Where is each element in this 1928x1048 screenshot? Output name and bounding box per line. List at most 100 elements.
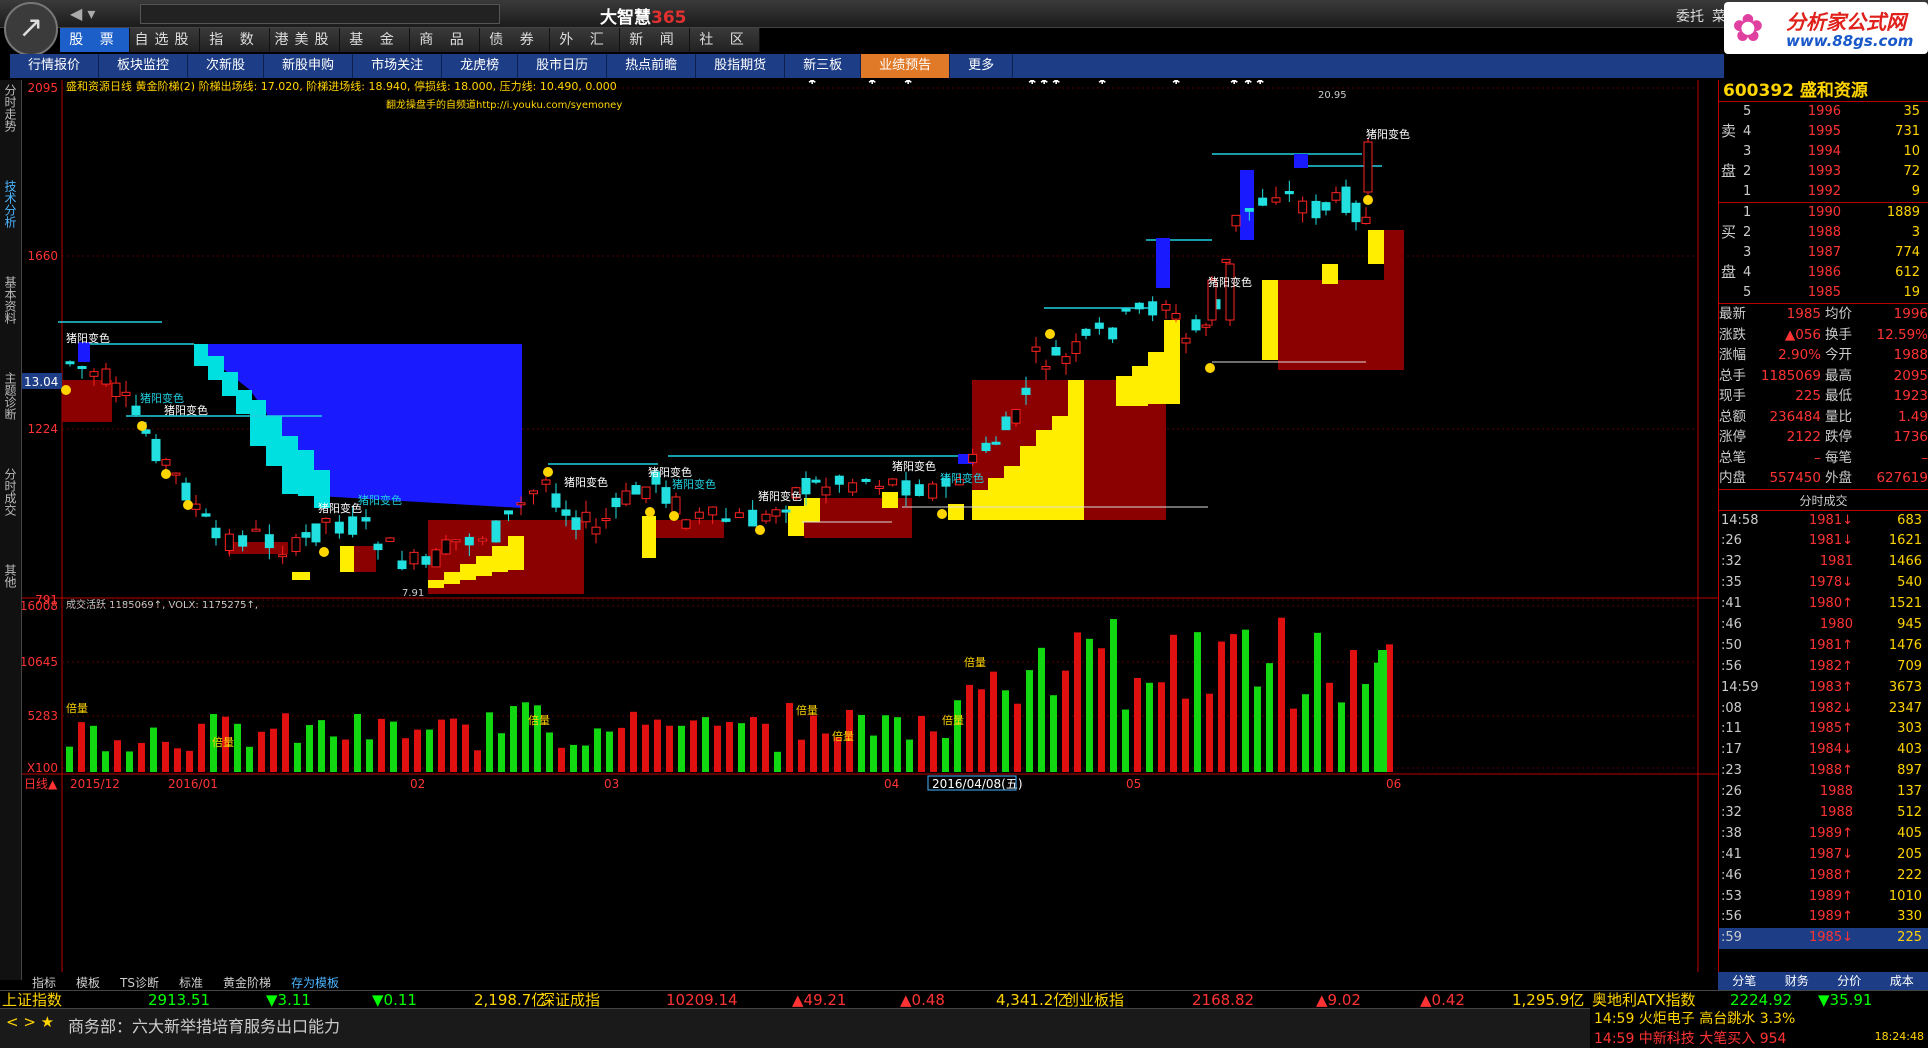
tick-row[interactable]: 14:59 1983↑ 3673 [1719,678,1928,699]
candle-body [1071,341,1081,354]
yellow-stair [492,546,508,572]
bottom-tab-4[interactable]: 黄金阶梯 [213,974,281,990]
tick-time: :59 [1721,930,1742,946]
tick-row[interactable]: :56 1982↑ 709 [1719,657,1928,678]
top-tab-2[interactable]: 指 数 [200,28,270,52]
sub-tab-0[interactable]: 行情报价 [10,54,100,78]
top-tab-6[interactable]: 债 券 [480,28,550,52]
bottom-tab-0[interactable]: 指标 [22,974,66,990]
buybook-row[interactable]: 3 1987 774 [1719,243,1928,263]
tick-row[interactable]: :41 1980↑ 1521 [1719,594,1928,615]
right-tab-2[interactable]: 分价 [1823,972,1876,990]
volume-bar [138,742,145,772]
top-tab-7[interactable]: 外 汇 [550,28,620,52]
volume-label: 倍量 [832,729,854,743]
top-tab-5[interactable]: 商 品 [410,28,480,52]
date-axis-label: 06 [1386,777,1401,791]
sellbook-row[interactable]: 3 1994 10 [1719,142,1928,162]
right-tab-3[interactable]: 成本 [1876,972,1928,990]
tick-row[interactable]: :26 1981↓ 1621 [1719,531,1928,552]
volume-bar [798,739,805,772]
tick-row[interactable]: :11 1985↑ 303 [1719,719,1928,740]
news-headline[interactable]: 商务部：六大新举措培育服务出口能力 [68,1013,340,1037]
back-forward-icon[interactable]: ◀ ▾ [70,4,95,23]
tick-row[interactable]: :50 1981↑ 1476 [1719,636,1928,657]
sidebar-item-2[interactable]: 基本资料 [0,272,21,328]
sellbook-row[interactable]: 2 1993 72 [1719,162,1928,182]
tick-row[interactable]: :46 1988↑ 222 [1719,866,1928,887]
sub-tab-6[interactable]: 股市日历 [518,54,608,78]
tick-row[interactable]: :32 1988 512 [1719,803,1928,824]
sub-tab-10[interactable]: 业绩预告 [861,54,951,78]
sellbook-row[interactable]: 1 1992 9 [1719,182,1928,202]
tick-row[interactable]: :59 1985↓ 225 [1719,928,1928,950]
sidebar-item-4[interactable]: 分时成交 [0,464,21,520]
stat-key: 总笔 [1719,449,1746,466]
candle-body [397,560,407,570]
top-tab-1[interactable]: 自选股 [130,28,200,52]
price-axis-label: 1224 [27,422,58,436]
tick-price: 1989↑ [1809,909,1853,925]
right-tab-1[interactable]: 财务 [1771,972,1824,990]
candle-body [1341,186,1351,213]
buybook-row[interactable]: 5 1985 19 [1719,283,1928,303]
tick-row[interactable]: :17 1984↓ 403 [1719,740,1928,761]
app-logo-icon[interactable]: ↗ [4,2,58,56]
tick-row[interactable]: :56 1989↑ 330 [1719,907,1928,928]
candle-body [1121,308,1131,312]
address-bar[interactable] [140,4,500,24]
right-tab-0[interactable]: 分笔 [1718,972,1771,990]
tick-row[interactable]: :23 1988↑ 897 [1719,761,1928,782]
sz-index-name[interactable]: 深证成指 [540,989,600,1010]
ticker-line1[interactable]: 14:59 火炬电子 高台跳水 3.3% [1590,1008,1928,1028]
tick-row[interactable]: :35 1978↓ 540 [1719,573,1928,594]
volume-bar [714,725,721,772]
buybook-row[interactable]: 2 1988 3 [1719,223,1928,243]
buybook-row[interactable]: 4 1986 612 [1719,263,1928,283]
bottom-tab-2[interactable]: TS诊断 [110,974,169,990]
tick-row[interactable]: :41 1987↓ 205 [1719,845,1928,866]
tick-row[interactable]: :08 1982↓ 2347 [1719,699,1928,720]
tick-row[interactable]: :26 1988 137 [1719,782,1928,803]
tick-row[interactable]: :46 1980 945 [1719,615,1928,636]
kline-chart[interactable]: 20951660122479113.04盛和资源日线 黄金阶梯(2) 阶梯出场线… [22,80,1718,972]
yellow-stair [1132,366,1148,406]
volume-label: 倍量 [796,703,818,717]
sidebar-item-3[interactable]: 主题诊断 [0,368,21,424]
sellbook-row[interactable]: 5 1996 35 [1719,102,1928,122]
top-tab-9[interactable]: 社 区 [690,28,760,52]
buybook-row[interactable]: 1 1990 1889 [1719,203,1928,223]
sidebar-item-5[interactable]: 其他 [0,560,21,592]
top-tab-4[interactable]: 基 金 [340,28,410,52]
sidebar-item-1[interactable]: 技术分析 [0,176,21,232]
message-nav-icon[interactable]: < > ★ [6,1013,54,1031]
cy-index-name[interactable]: 创业板指 [1064,989,1124,1010]
yellow-stair [1368,230,1384,264]
menu-weituo[interactable]: 委托 [1676,6,1704,26]
tick-row[interactable]: :32 1981 1466 [1719,552,1928,573]
sub-tab-7[interactable]: 热点前瞻 [607,54,697,78]
tick-row[interactable]: :38 1989↑ 405 [1719,824,1928,845]
sub-tab-3[interactable]: 新股申购 [264,54,354,78]
sub-tab-5[interactable]: 龙虎榜 [442,54,519,78]
sub-tab-2[interactable]: 次新股 [188,54,265,78]
bottom-tab-1[interactable]: 模板 [66,974,110,990]
sub-tab-11[interactable]: 更多 [950,54,1014,78]
sidebar-item-0[interactable]: 分时走势 [0,80,21,136]
sub-tab-1[interactable]: 板块监控 [99,54,189,78]
sh-index-name[interactable]: 上证指数 [2,989,62,1010]
tick-row[interactable]: :53 1989↑ 1010 [1719,887,1928,908]
ticks-list[interactable]: 14:58 1981↓ 683:26 1981↓ 1621:32 1981 1466:35 1… [1719,511,1928,950]
sub-tab-4[interactable]: 市场关注 [353,54,443,78]
bottom-tab-3[interactable]: 标准 [169,974,213,990]
tick-row[interactable]: 14:58 1981↓ 683 [1719,511,1928,532]
atx-index-name[interactable]: 奥地利ATX指数 [1592,989,1696,1010]
sub-tab-9[interactable]: 新三板 [785,54,862,78]
sellbook-row[interactable]: 4 1995 731 [1719,122,1928,142]
sub-tab-8[interactable]: 股指期货 [696,54,786,78]
bottom-tab-5[interactable]: 存为模板 [281,974,349,990]
top-tab-8[interactable]: 新 闻 [620,28,690,52]
cy-index-amount: 1,295.9亿 [1512,991,1585,1009]
top-tab-0[interactable]: 股 票 [60,28,130,52]
top-tab-3[interactable]: 港美股 [270,28,340,52]
